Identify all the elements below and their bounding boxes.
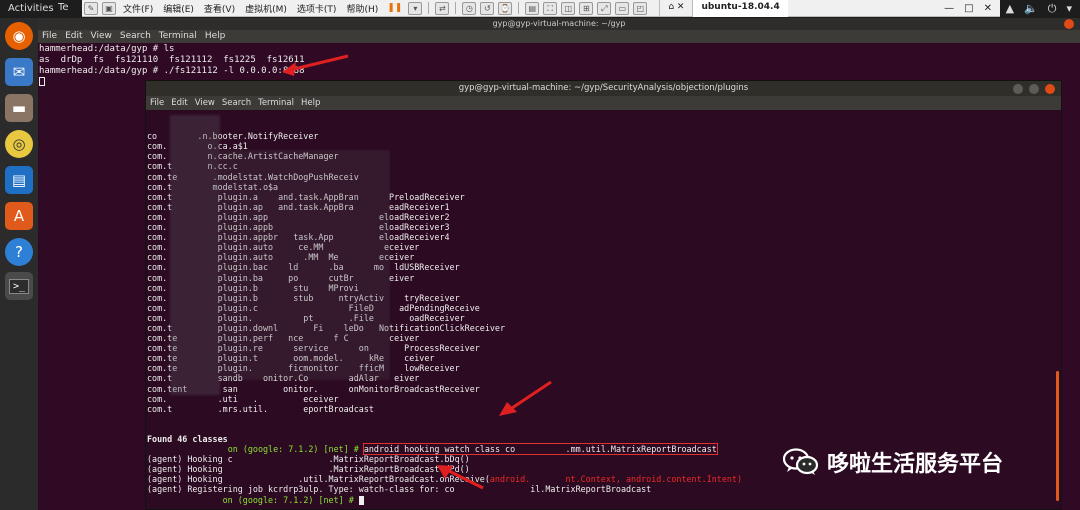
taskbar-terminal-label[interactable]: Te [58, 2, 69, 13]
pause-icon[interactable]: ❚❚ [387, 3, 402, 13]
wechat-logo-icon [783, 448, 819, 475]
terminal-cursor [358, 495, 364, 505]
fullscreen-icon[interactable]: ⛶ [543, 1, 558, 15]
activities-button[interactable]: Activities [8, 3, 54, 14]
ubuntu-dock: ◉ ✉ ▬ ◎ ▤ A ? >_ [0, 18, 38, 510]
window-title-text: gyp@gyp-virtual-machine: ~/gyp/SecurityA… [458, 83, 749, 93]
menu-view[interactable]: View [195, 96, 215, 110]
scrollbar[interactable] [1056, 371, 1059, 501]
menu-terminal[interactable]: Terminal [159, 30, 197, 43]
menu-tabs[interactable]: 选项卡(T) [297, 2, 337, 15]
terminal-menubar: File Edit View Search Terminal Help [38, 30, 1080, 43]
menu-help[interactable]: Help [205, 30, 226, 43]
revert-snapshot-icon[interactable]: ↺ [480, 1, 495, 15]
found-count: Found 46 classes [147, 434, 228, 444]
rhythmbox-icon[interactable]: ◎ [5, 130, 33, 158]
vmware-logo-icon: ▣ [102, 1, 116, 15]
thunderbird-icon[interactable]: ✉ [5, 58, 33, 86]
menu-edit[interactable]: Edit [171, 96, 187, 110]
window-controls: — □ ✕ [944, 3, 1000, 14]
maximize-button[interactable]: □ [964, 3, 973, 14]
terminal-cursor [39, 77, 45, 86]
files-icon[interactable]: ▬ [5, 94, 33, 122]
device-name-redacted [147, 495, 218, 505]
vmware-toolbar: ✎ ▣ 文件(F) 编辑(E) 查看(V) 虚拟机(M) 选项卡(T) 帮助(H… [82, 0, 1000, 17]
system-tray[interactable]: ▲ 🔈 ⏻ ▾ [1006, 2, 1072, 16]
menu-search[interactable]: Search [120, 30, 151, 43]
menu-view[interactable]: 查看(V) [204, 2, 235, 15]
snapshot-icon[interactable]: ◷ [462, 1, 477, 15]
volume-icon[interactable]: 🔈 [1024, 2, 1038, 16]
snapshot-manager-icon[interactable]: ⌚ [498, 1, 513, 15]
final-prompt-line: on (google: 7.1.2) [net] # [147, 495, 1060, 505]
device-name-redacted [147, 444, 223, 454]
fit-guest-icon[interactable]: ⊞ [579, 1, 594, 15]
unity-icon[interactable]: ◫ [561, 1, 576, 15]
menu-help[interactable]: 帮助(H) [346, 2, 378, 15]
pin-icon[interactable]: ✎ [84, 1, 98, 15]
close-button[interactable]: ✕ [984, 3, 992, 14]
minimize-button[interactable]: — [944, 3, 954, 14]
class-line: com.tent san onitor. onMonitorBroadcastR… [147, 383, 480, 394]
tab-ubuntu[interactable]: ubuntu-18.04.4 [692, 0, 788, 17]
menu-view[interactable]: View [91, 30, 112, 43]
home-tab[interactable]: ⌂ ✕ [659, 0, 692, 17]
console-view-icon[interactable]: ▭ [615, 1, 630, 15]
class-line: com. .uti . eceiver [147, 393, 339, 404]
agent-line: (agent) Registering job kcrdrp3ulp. Type… [147, 484, 652, 495]
network-icon[interactable]: ▲ [1006, 2, 1014, 16]
toolbar-separator [455, 2, 457, 14]
hook-command: android hooking watch class co .mm.util.… [362, 443, 718, 456]
watermark-text: 哆啦生活服务平台 [827, 452, 1004, 477]
wechat-watermark: 哆啦生活服务平台 [783, 446, 1003, 478]
menu-vm[interactable]: 虚拟机(M) [245, 2, 287, 15]
stretch-icon[interactable]: ⤢ [597, 1, 612, 15]
menu-file[interactable]: 文件(F) [123, 2, 153, 15]
agent-line-text: (agent) Hooking .util.MatrixReportBroadc… [147, 474, 490, 485]
terminal-line: as drDp fs fs121110 fs121112 fs1225 fs12… [39, 55, 305, 65]
dropdown-icon[interactable]: ▾ [408, 1, 423, 15]
toolbar-separator [518, 2, 520, 14]
close-icon[interactable] [1064, 19, 1074, 29]
software-icon[interactable]: A [5, 202, 33, 230]
writer-icon[interactable]: ▤ [5, 166, 33, 194]
help-icon[interactable]: ? [5, 238, 33, 266]
menu-file[interactable]: File [42, 30, 57, 43]
window-title: gyp@gyp-virtual-machine: ~/gyp [38, 18, 1080, 30]
menu-edit[interactable]: 编辑(E) [163, 2, 194, 15]
library-icon[interactable]: ▤ [525, 1, 540, 15]
terminal-menubar: File Edit View Search Terminal Help [146, 96, 1061, 110]
firefox-icon[interactable]: ◉ [5, 22, 33, 50]
vm-tab-strip: ⌂ ✕ ubuntu-18.04.4 [659, 0, 788, 17]
minimize-icon[interactable] [1013, 84, 1023, 94]
menu-terminal[interactable]: Terminal [258, 96, 294, 110]
class-line: com.t .mrs.util. eportBroadcast [147, 403, 374, 414]
terminal-line: hammerhead:/data/gyp # ./fs121112 -l 0.0… [39, 66, 305, 76]
toolbar-separator [428, 2, 430, 14]
thumbnail-icon[interactable]: ◰ [633, 1, 648, 15]
prompt-text: on (google: 7.1.2) [net] # [222, 494, 354, 505]
menu-search[interactable]: Search [222, 96, 251, 110]
chevron-down-icon[interactable]: ▾ [1066, 2, 1072, 16]
terminal-icon[interactable]: >_ [5, 272, 33, 300]
class-line: co .n.booter.NotifyReceiver [147, 131, 319, 142]
maximize-icon[interactable] [1029, 84, 1039, 94]
redaction-mask [220, 150, 390, 380]
terminal-line: hammerhead:/data/gyp # ls [39, 44, 175, 54]
send-keys-icon[interactable]: ⇄ [435, 1, 450, 15]
power-icon[interactable]: ⏻ [1048, 2, 1057, 16]
close-icon[interactable] [1045, 84, 1055, 94]
redaction-mask [170, 115, 220, 395]
menu-edit[interactable]: Edit [65, 30, 82, 43]
menu-file[interactable]: File [150, 96, 164, 110]
window-title: gyp@gyp-virtual-machine: ~/gyp/SecurityA… [146, 81, 1061, 96]
prompt-text: on (google: 7.1.2) [net] # [227, 444, 359, 455]
menu-help[interactable]: Help [301, 96, 320, 110]
onreceive-args: android. nt.Context, android.content.Int… [489, 474, 742, 485]
